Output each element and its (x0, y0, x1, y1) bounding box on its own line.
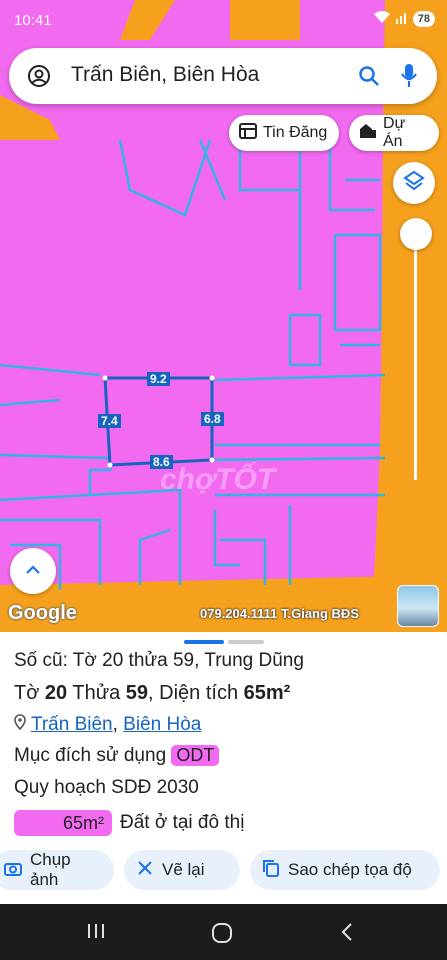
agent-avatar[interactable] (397, 585, 439, 627)
ward-link[interactable]: Trấn Biên (31, 714, 113, 735)
layers-icon (403, 170, 425, 197)
status-bar: 10:41 78 (0, 0, 447, 40)
projects-chip[interactable]: Dự Án (349, 115, 439, 151)
android-nav-bar (0, 904, 447, 960)
plan-area-swatch: 65m² (14, 810, 112, 836)
opacity-slider-track[interactable] (414, 240, 417, 480)
chotot-watermark: chợTỐT (160, 463, 276, 496)
plan-title: Quy hoạch SDĐ 2030 (14, 777, 199, 798)
listings-icon (239, 122, 257, 144)
parcel-title: Tờ 20 Thửa 59, Diện tích 65m² (14, 682, 290, 705)
sheet-label: Tờ (14, 682, 40, 704)
status-time: 10:41 (14, 12, 52, 29)
expand-button[interactable] (10, 548, 56, 594)
wifi-icon (373, 10, 391, 28)
listings-label: Tin Đăng (263, 124, 328, 141)
camera-icon (4, 860, 22, 881)
capture-label: Chụp ảnh (30, 850, 71, 889)
projects-label: Dự Án (383, 115, 406, 150)
area-value: 65m² (243, 682, 291, 704)
copy-coordinates-button[interactable]: Sao chép tọa độ (250, 850, 440, 890)
plan-land-type: Đất ở tại đô thị (120, 812, 245, 833)
location-separator: , (112, 714, 118, 735)
location-pin-icon (14, 714, 31, 735)
parcel-number: 59 (125, 682, 149, 704)
search-icon[interactable] (357, 64, 381, 93)
map-attribution: 079.204.1111 T.Giang BĐS (200, 606, 359, 621)
purpose-code-badge: ODT (171, 745, 220, 766)
purpose-row: Mục đích sử dụng ODT (14, 745, 220, 767)
battery-badge: 78 (412, 11, 435, 27)
home-icon[interactable] (211, 922, 233, 949)
search-bar[interactable]: Trấn Biên, Biên Hòa (9, 48, 437, 104)
opacity-slider-knob[interactable] (400, 218, 432, 250)
account-icon[interactable] (27, 64, 51, 93)
parcel-label-right: 6.8 (201, 412, 224, 426)
chevron-up-icon (25, 562, 41, 580)
selected-parcel (103, 376, 214, 467)
search-input[interactable]: Trấn Biên, Biên Hòa (71, 63, 259, 87)
building-icon (359, 123, 377, 144)
sheet-number: 20 (44, 682, 68, 704)
google-logo: Google (8, 602, 77, 624)
recent-apps-icon[interactable] (86, 922, 106, 945)
parcel-boundaries (0, 139, 386, 590)
signal-icon (395, 10, 409, 28)
capture-button[interactable]: Chụp ảnh (0, 850, 114, 890)
city-link[interactable]: Biên Hòa (123, 714, 201, 735)
parcel-label-left: 7.4 (98, 414, 121, 428)
parcel-label: Thửa (72, 682, 121, 704)
listings-chip[interactable]: Tin Đăng (229, 115, 339, 151)
copy-label: Sao chép tọa độ (288, 860, 412, 879)
location-row: Trấn Biên, Biên Hòa (14, 714, 201, 736)
microphone-icon[interactable] (399, 62, 419, 95)
redraw-icon (136, 859, 154, 882)
sheet-handle-inactive[interactable] (228, 640, 264, 644)
parcel-label-top: 9.2 (147, 372, 170, 386)
sheet-handle-active[interactable] (184, 640, 224, 644)
old-parcel-info: Số cũ: Tờ 20 thửa 59, Trung Dũng (14, 650, 304, 671)
area-label: , Diện tích (148, 682, 239, 704)
copy-icon (262, 859, 280, 882)
redraw-label: Vẽ lại (162, 860, 205, 879)
redraw-button[interactable]: Vẽ lại (124, 850, 240, 890)
layers-button[interactable] (393, 162, 435, 204)
back-icon[interactable] (340, 922, 354, 947)
purpose-label: Mục đích sử dụng (14, 745, 167, 766)
